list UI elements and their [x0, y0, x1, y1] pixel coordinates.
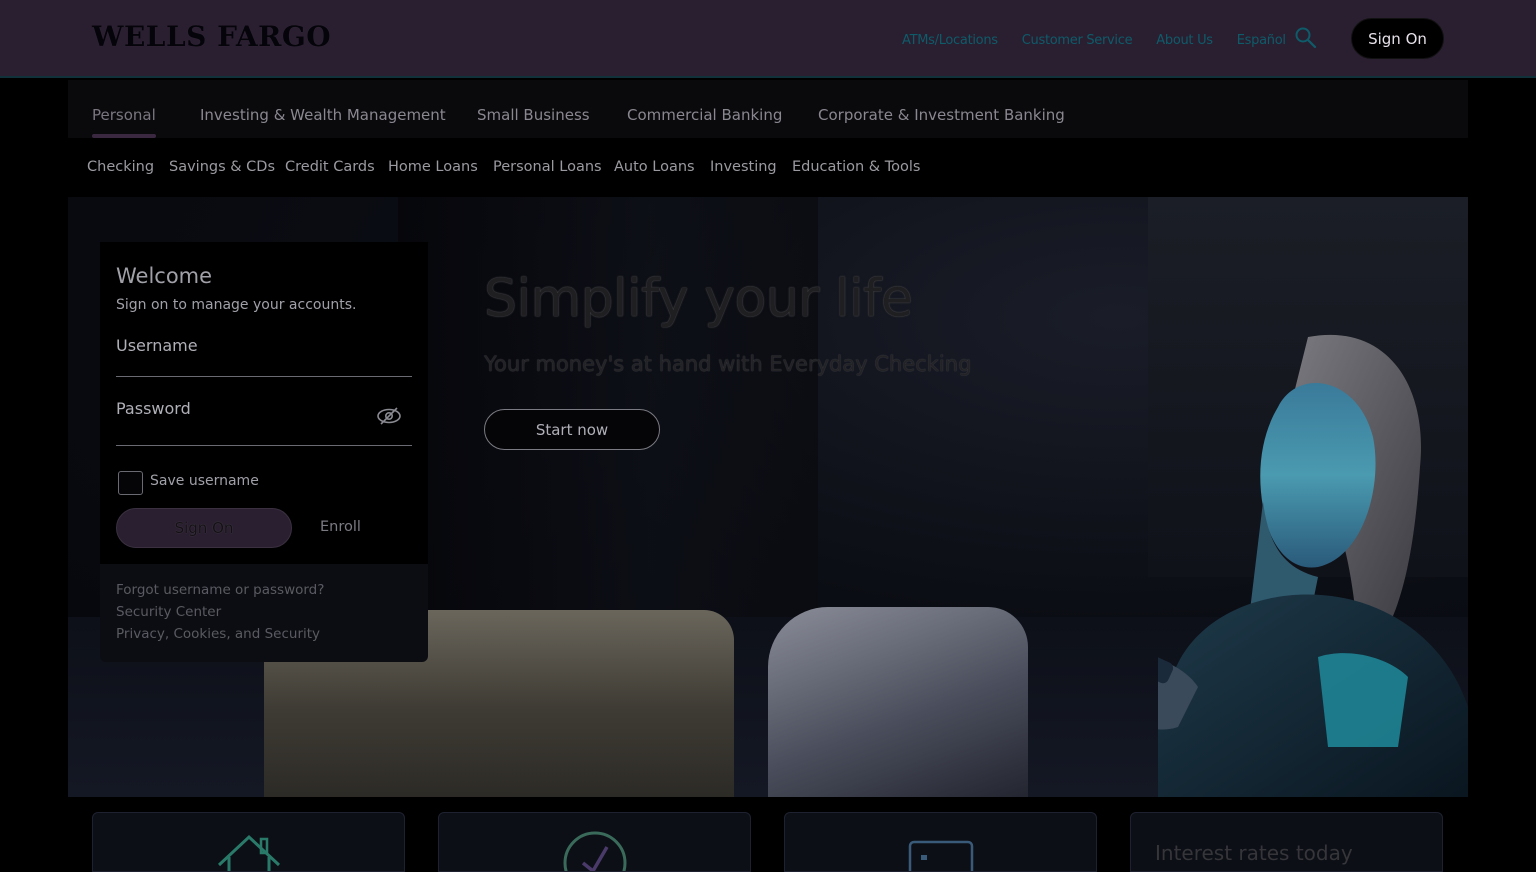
password-input[interactable]	[116, 390, 412, 446]
card-icon	[908, 840, 974, 871]
about-us-link[interactable]: About Us	[1156, 33, 1213, 48]
sign-on-help-links: Forgot username or password? Security Ce…	[100, 564, 428, 662]
tab-investing-wealth[interactable]: Investing & Wealth Management	[200, 106, 446, 124]
save-username-checkbox[interactable]	[118, 471, 143, 495]
search-icon[interactable]	[1294, 26, 1318, 50]
hero-cushion	[768, 607, 1028, 797]
promo-card-home[interactable]	[92, 812, 405, 872]
top-header: WELLS FARGO ATMs/Locations Customer Serv…	[0, 0, 1536, 78]
hero-title: Simplify your life	[484, 269, 913, 329]
subnav-auto-loans[interactable]: Auto Loans	[614, 159, 695, 175]
enroll-link[interactable]: Enroll	[320, 519, 361, 535]
subnav-checking[interactable]: Checking	[87, 159, 154, 175]
security-center-link[interactable]: Security Center	[116, 604, 221, 620]
welcome-heading: Welcome	[116, 264, 213, 288]
interest-rates-card[interactable]: Interest rates today	[1130, 812, 1443, 872]
forgot-credentials-link[interactable]: Forgot username or password?	[116, 582, 324, 598]
hero-subtitle: Your money's at hand with Everyday Check…	[484, 352, 972, 376]
subnav-personal-loans[interactable]: Personal Loans	[493, 159, 602, 175]
tab-small-business[interactable]: Small Business	[477, 106, 590, 124]
promo-card-check[interactable]	[438, 812, 751, 872]
subnav-education-tools[interactable]: Education & Tools	[792, 159, 920, 175]
utility-links: ATMs/Locations Customer Service About Us…	[902, 30, 1310, 50]
sign-on-panel: Welcome Sign on to manage your accounts.…	[100, 242, 428, 564]
subnav-savings-cds[interactable]: Savings & CDs	[169, 159, 275, 175]
checkmark-circle-icon	[563, 831, 627, 871]
customer-service-link[interactable]: Customer Service	[1022, 33, 1133, 48]
subnav-investing[interactable]: Investing	[710, 159, 777, 175]
house-icon	[217, 834, 281, 871]
subnav-home-loans[interactable]: Home Loans	[388, 159, 478, 175]
atm-locations-link[interactable]: ATMs/Locations	[902, 33, 998, 48]
show-password-icon[interactable]	[376, 406, 402, 426]
promo-card-card[interactable]	[784, 812, 1097, 872]
hero-person-image	[1158, 334, 1468, 797]
tab-commercial-banking[interactable]: Commercial Banking	[627, 106, 782, 124]
interest-rates-title: Interest rates today	[1155, 841, 1353, 865]
sign-on-submit-button[interactable]: Sign On	[116, 508, 292, 548]
username-input[interactable]	[116, 326, 412, 377]
save-username-label: Save username	[150, 473, 259, 489]
sign-on-subtitle: Sign on to manage your accounts.	[116, 297, 357, 313]
sign-on-button[interactable]: Sign On	[1351, 18, 1444, 59]
tab-personal[interactable]: Personal	[92, 106, 156, 124]
tab-corporate-investment[interactable]: Corporate & Investment Banking	[818, 106, 1065, 124]
espanol-link[interactable]: Español	[1237, 33, 1286, 48]
start-now-button[interactable]: Start now	[484, 409, 660, 450]
subnav-credit-cards[interactable]: Credit Cards	[285, 159, 375, 175]
main-nav: Personal Investing & Wealth Management S…	[68, 80, 1468, 138]
sub-nav: Checking Savings & CDs Credit Cards Home…	[0, 138, 1536, 196]
privacy-cookies-security-link[interactable]: Privacy, Cookies, and Security	[116, 626, 320, 642]
wells-fargo-logo[interactable]: WELLS FARGO	[92, 20, 331, 53]
